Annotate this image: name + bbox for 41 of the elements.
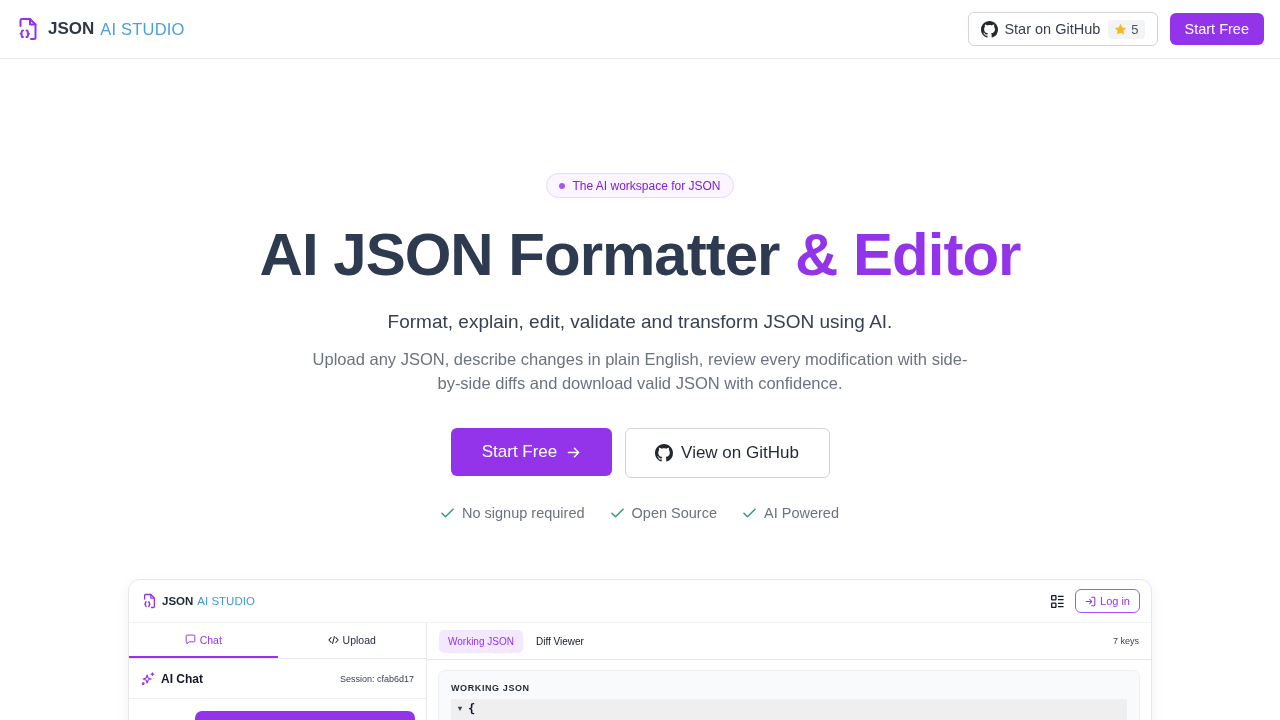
logo-wordmark: JSON: [162, 595, 194, 607]
panel-tab[interactable]: Chat: [129, 623, 278, 658]
hero-subtitle: Format, explain, edit, validate and transform JSON using AI.: [387, 310, 893, 334]
hero-description: Upload any JSON, describe changes in plain English, review every modification with side-by-side diffs and download valid JSON with confidence.: [311, 349, 969, 394]
star-icon: [1114, 22, 1128, 36]
sparkle-icon: [141, 671, 155, 686]
feature-text: No signup required: [462, 504, 585, 523]
list-layout-icon[interactable]: [1051, 594, 1064, 608]
chat-title: AI Chat: [161, 671, 203, 686]
panel-title: WORKING JSON: [451, 683, 531, 693]
arrow-right-icon: [567, 445, 581, 459]
view-tab[interactable]: Working JSON: [439, 629, 523, 653]
code-icon: [327, 634, 339, 645]
start-free-button[interactable]: Start Free: [1169, 13, 1264, 45]
file-braces-icon: [143, 593, 156, 609]
feature-text: AI Powered: [764, 504, 839, 523]
caret-icon[interactable]: [457, 706, 463, 712]
hero-title: AI JSON Formatter & Editor: [259, 222, 1021, 288]
chat-bubble-icon: [184, 634, 196, 645]
badge-text: The AI workspace for JSON: [572, 178, 721, 193]
github-icon: [655, 444, 674, 462]
check-icon: [610, 508, 624, 518]
feature-text: Open Source: [631, 504, 717, 523]
json-brace: {: [468, 702, 476, 716]
start-free-button[interactable]: Start Free: [450, 428, 612, 476]
button-label: Star on GitHub: [1004, 21, 1101, 37]
view-on-github-button[interactable]: View on GitHub: [624, 428, 830, 478]
login-icon: [1085, 595, 1096, 607]
session-id: Session: cfab6d17: [339, 673, 414, 684]
check-icon: [743, 508, 756, 518]
key-count: 7 keys: [1113, 636, 1139, 646]
logo-tagline: AI STUDIO: [197, 595, 255, 607]
dot-icon: [559, 182, 566, 189]
check-icon: [441, 508, 454, 518]
logo-tagline: AI STUDIO: [100, 19, 185, 39]
log-in-button[interactable]: Log in: [1075, 589, 1140, 613]
github-icon: [981, 20, 999, 38]
star-on-github-button[interactable]: Star on GitHub 5: [968, 12, 1158, 46]
logo-wordmark: JSON: [48, 19, 95, 39]
star-count: 5: [1131, 21, 1139, 37]
file-braces-icon: [18, 17, 38, 41]
